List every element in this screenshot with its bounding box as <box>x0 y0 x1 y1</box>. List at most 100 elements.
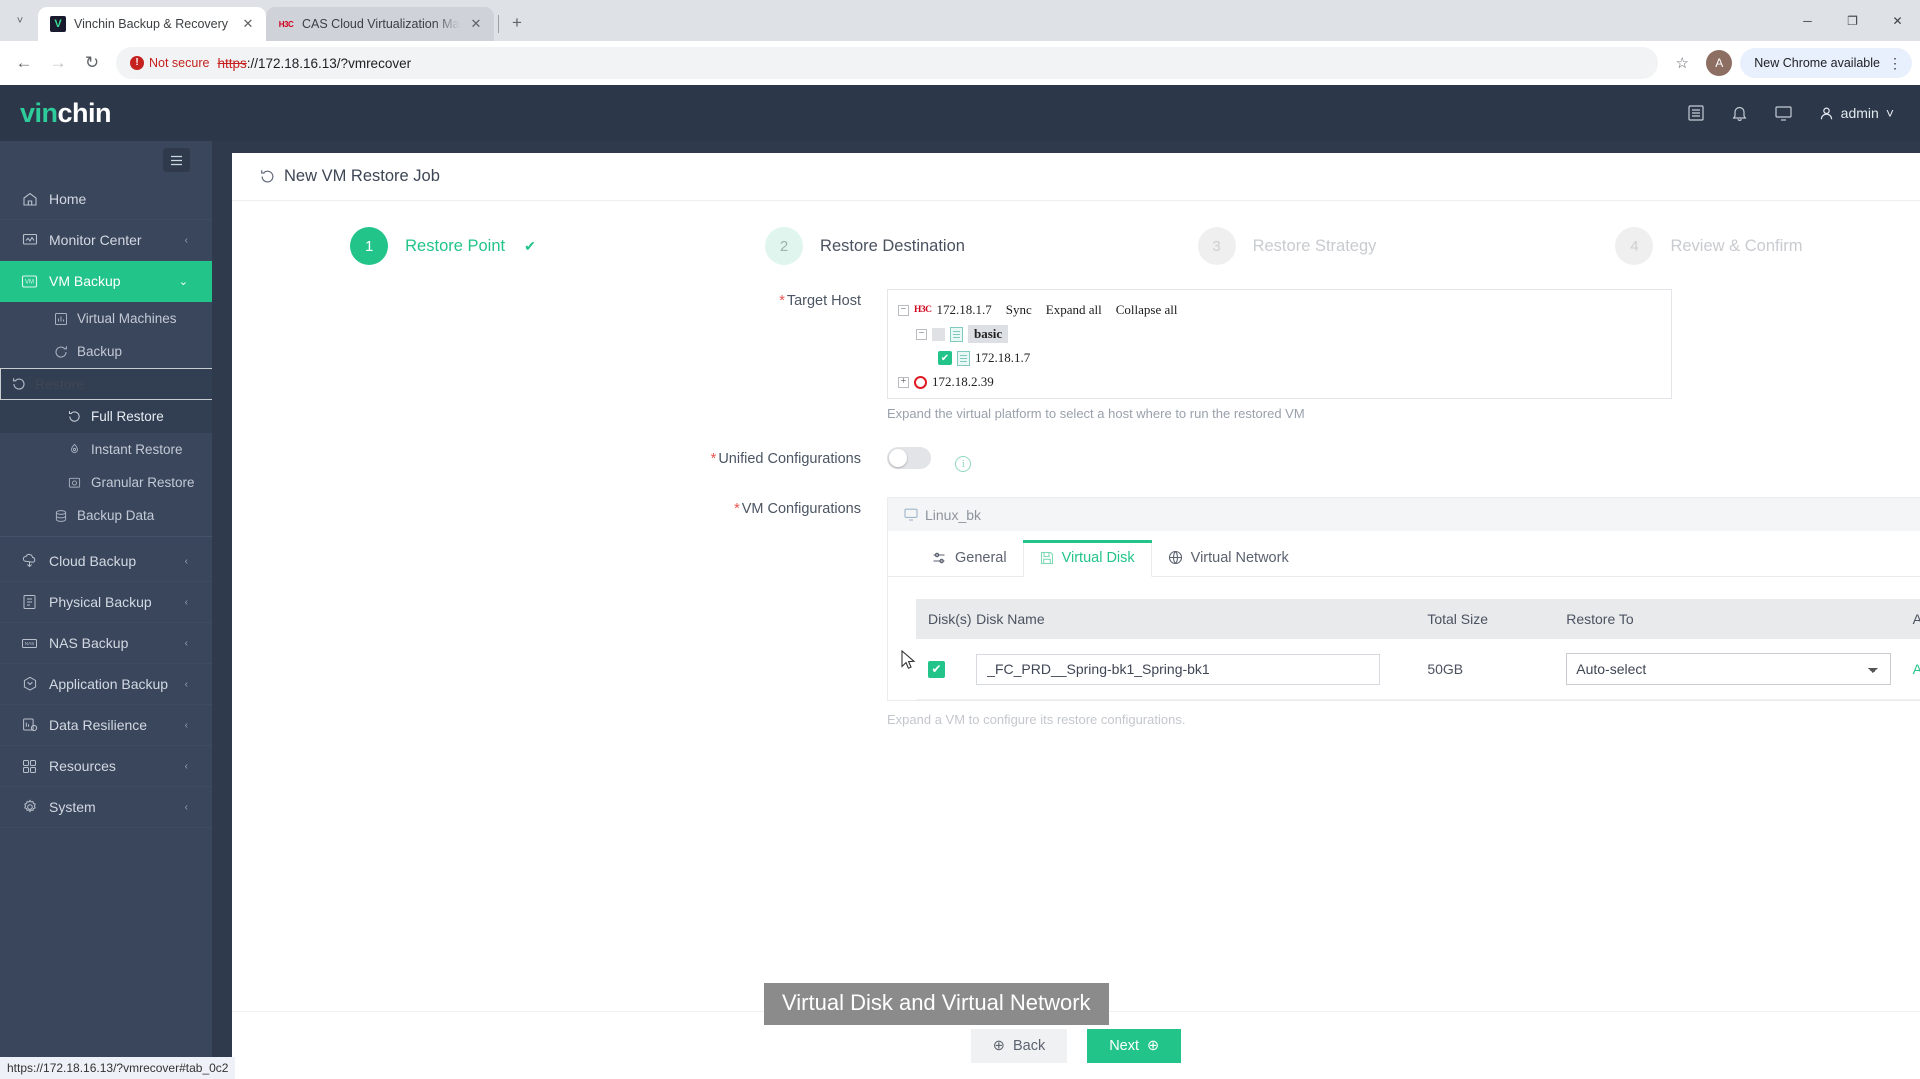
tree-action-expand-all[interactable]: Expand all <box>1046 302 1102 318</box>
bookmark-star-icon[interactable]: ☆ <box>1666 47 1698 79</box>
tree-action-sync[interactable]: Sync <box>1006 302 1032 318</box>
tree-root-node-2[interactable]: + 172.18.2.39 <box>898 370 1661 394</box>
sidebar-item-home[interactable]: Home <box>0 179 212 220</box>
restore-to-select[interactable]: Auto-select <box>1566 653 1892 685</box>
browser-tab-title-0: Vinchin Backup & Recovery <box>74 17 229 31</box>
step-1[interactable]: 1 Restore Point ✔ <box>232 227 654 265</box>
platform-error-icon <box>914 375 927 389</box>
back-icon[interactable]: ← <box>8 47 40 79</box>
tree-leaf-node-host[interactable]: ✔ 172.18.1.7 <box>898 346 1661 370</box>
column-header-restore-to: Restore To <box>1566 599 1913 639</box>
sidebar-item-monitor-center[interactable]: Monitor Center ‹ <box>0 220 212 261</box>
forward-icon[interactable]: → <box>42 47 74 79</box>
sidebar-item-virtual-machines[interactable]: Virtual Machines <box>0 302 212 335</box>
maximize-button[interactable]: ❐ <box>1830 0 1875 41</box>
mouse-cursor <box>901 650 917 672</box>
tree-root-node[interactable]: − H3C 172.18.1.7 Sync Expand all Collaps… <box>898 298 1661 322</box>
vm-configurations-label-wrap: * VM Configurations <box>232 497 887 727</box>
sidebar-item-granular-restore[interactable]: Granular Restore <box>0 466 212 499</box>
tab-strip: ˅ V Vinchin Backup & Recovery ✕ H3C CAS … <box>0 0 1920 41</box>
tree-action-collapse-all[interactable]: Collapse all <box>1116 302 1178 318</box>
sidebar-item-instant-restore[interactable]: Instant Restore <box>0 433 212 466</box>
tree-collapse-toggle-root[interactable]: − <box>898 304 909 316</box>
sidebar-item-resources[interactable]: Resources ‹ <box>0 746 212 787</box>
table-body: ✔ 50GB <box>916 639 1920 700</box>
main-content: New VM Restore Job 1 Restore Point ✔ 2 R… <box>212 141 1920 1079</box>
sidebar-item-backup-data[interactable]: Backup Data <box>0 499 212 532</box>
profile-avatar[interactable]: A <box>1706 50 1733 76</box>
hamburger-icon[interactable] <box>163 148 190 172</box>
url-rest: ://172.18.16.13/?vmrecover <box>246 55 412 71</box>
sidebar-item-data-resilience[interactable]: Data Resilience ‹ <box>0 705 212 746</box>
server-icon <box>21 594 38 611</box>
tree-child-node-basic[interactable]: − basic <box>898 322 1661 346</box>
unified-configurations-toggle[interactable] <box>887 447 931 469</box>
browser-tab-0[interactable]: V Vinchin Backup & Recovery ✕ <box>38 7 266 41</box>
disk-checkbox[interactable]: ✔ <box>928 660 945 678</box>
vm-panel: Linux_bk — <box>887 497 1920 701</box>
tab-search-button[interactable]: ˅ <box>6 7 34 35</box>
browser-menu-icon[interactable]: ⋮ <box>1888 56 1902 70</box>
bell-icon[interactable] <box>1731 104 1748 122</box>
address-bar[interactable]: ! Not secure https://172.18.16.13/?vmrec… <box>116 47 1659 79</box>
tree-collapse-toggle-basic[interactable]: − <box>916 328 927 340</box>
security-indicator[interactable]: ! Not secure <box>130 56 209 70</box>
tree-checkbox-basic[interactable] <box>932 327 945 341</box>
hdc-favicon: H3C <box>278 19 294 29</box>
sidebar-item-physical-backup[interactable]: Physical Backup ‹ <box>0 582 212 623</box>
sidebar-item-cloud-backup[interactable]: Cloud Backup ‹ <box>0 541 212 582</box>
reload-icon[interactable]: ↻ <box>76 47 108 79</box>
sidebar-item-application-backup[interactable]: Application Backup ‹ <box>0 664 212 705</box>
tab-virtual-network[interactable]: Virtual Network <box>1152 540 1305 576</box>
sidebar-item-label-restore: Restore <box>35 376 85 392</box>
disk-name-input[interactable] <box>976 653 1381 685</box>
close-tab-button-0[interactable]: ✕ <box>240 16 256 32</box>
nas-icon: NAS <box>21 635 38 652</box>
tree-checkbox-host[interactable]: ✔ <box>938 351 952 365</box>
sidebar-item-system[interactable]: System ‹ <box>0 787 212 828</box>
user-menu[interactable]: admin ˅ <box>1819 105 1894 121</box>
vm-panel-header[interactable]: Linux_bk — <box>888 498 1920 531</box>
target-host-tree[interactable]: − H3C 172.18.1.7 Sync Expand all Collaps… <box>887 289 1672 399</box>
chevron-left-icon-monitor: ‹ <box>184 234 188 246</box>
sidebar-item-nas-backup[interactable]: NAS NAS Backup ‹ <box>0 623 212 664</box>
sidebar-item-backup[interactable]: Backup <box>0 335 212 368</box>
sidebar-item-restore[interactable]: Restore ⌄ <box>0 368 212 400</box>
step-4-number: 4 <box>1615 227 1654 265</box>
sidebar-item-full-restore[interactable]: Full Restore <box>0 400 212 433</box>
cloud-icon <box>21 553 38 570</box>
advanced-link[interactable]: Advanced ✚ <box>1913 660 1920 678</box>
sidebar-item-label-resources: Resources <box>49 758 116 774</box>
monitor-icon[interactable] <box>1774 104 1793 122</box>
minimize-button[interactable]: ─ <box>1785 0 1830 41</box>
vm-configurations-hint: Expand a VM to configure its restore con… <box>887 712 1186 727</box>
sidebar: Home Monitor Center ‹ VM VM Backup ⌄ Vir… <box>0 141 212 1079</box>
tab-general[interactable]: General <box>916 540 1023 576</box>
next-button[interactable]: Next ⊕ <box>1087 1028 1182 1063</box>
step-4[interactable]: 4 Review & Confirm <box>1498 227 1920 265</box>
step-3[interactable]: 3 Restore Strategy <box>1076 227 1498 265</box>
step-3-number: 3 <box>1197 227 1236 265</box>
new-tab-button[interactable]: + <box>503 9 531 37</box>
full-restore-icon <box>66 408 83 425</box>
info-icon[interactable]: i <box>955 456 972 472</box>
database-icon <box>52 507 69 524</box>
tree-expand-toggle-root2[interactable]: + <box>898 376 909 388</box>
target-host-hint: Expand the virtual platform to select a … <box>887 406 1305 421</box>
back-button[interactable]: ⊕ Back <box>970 1028 1068 1063</box>
close-window-button[interactable]: ✕ <box>1875 0 1920 41</box>
vm-panel-title: Linux_bk <box>925 506 982 523</box>
chrome-update-button[interactable]: New Chrome available ⋮ <box>1740 48 1912 78</box>
tree-node-label-basic: basic <box>968 325 1009 343</box>
svg-text:NAS: NAS <box>25 641 34 646</box>
instant-restore-icon <box>66 441 83 458</box>
next-button-label: Next <box>1109 1037 1140 1054</box>
sidebar-toggle-row <box>0 141 212 179</box>
sidebar-item-vm-backup[interactable]: VM VM Backup ⌄ <box>0 261 212 302</box>
list-icon[interactable] <box>1687 104 1705 122</box>
url-scheme: https <box>217 55 247 71</box>
browser-tab-1[interactable]: H3C CAS Cloud Virtualization Mar ✕ <box>266 7 494 41</box>
tab-virtual-disk[interactable]: Virtual Disk <box>1022 540 1152 577</box>
close-tab-button-1[interactable]: ✕ <box>468 16 484 32</box>
step-2[interactable]: 2 Restore Destination <box>654 227 1076 265</box>
